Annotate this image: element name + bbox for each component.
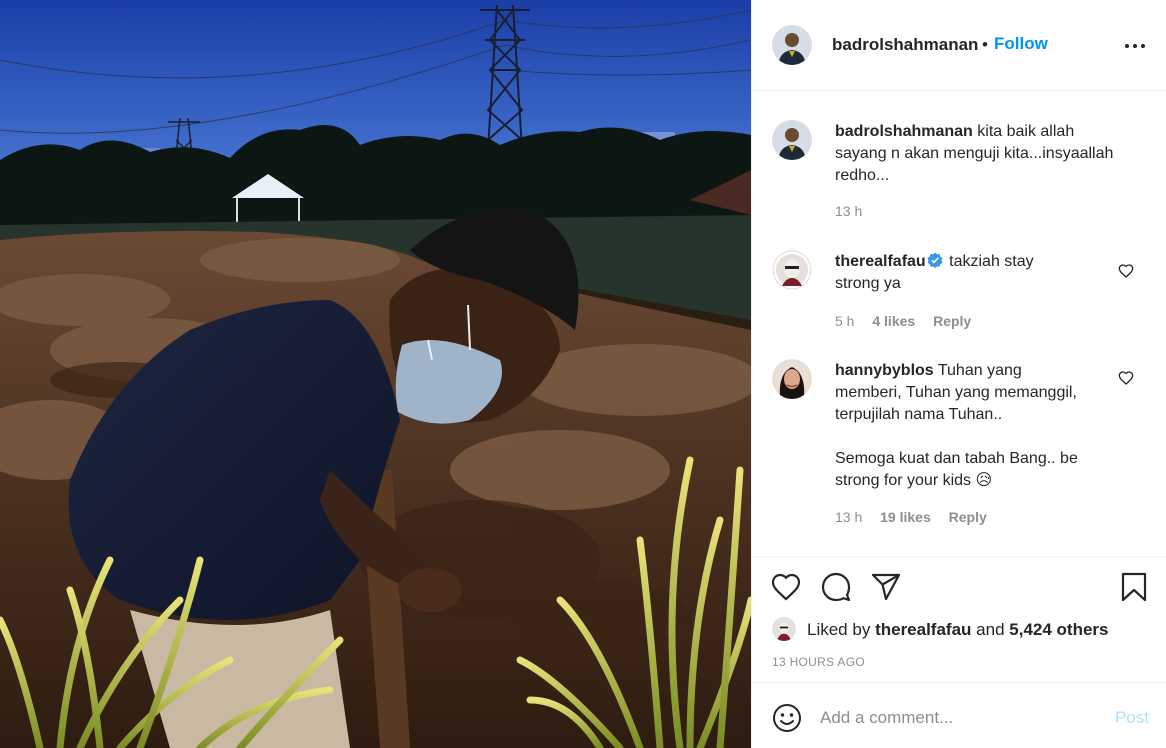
- commenter-avatar[interactable]: [772, 120, 812, 160]
- author-avatar[interactable]: [772, 25, 812, 65]
- comment-meta: 13 h: [835, 203, 876, 219]
- bookmark-icon[interactable]: [1118, 571, 1150, 603]
- like-comment-heart-icon[interactable]: [1118, 370, 1134, 386]
- post-details-panel: badrolshahmanan • Follow badrolshahmanan…: [751, 0, 1166, 748]
- post-button[interactable]: Post: [1115, 708, 1149, 728]
- liked-by-count[interactable]: 5,424 others: [1009, 620, 1108, 639]
- comment-text: therealfafau takziah stay strong ya: [835, 251, 1125, 295]
- emoji-icon[interactable]: [771, 702, 803, 734]
- share-icon[interactable]: [870, 571, 902, 603]
- verified-badge-icon: [927, 252, 943, 268]
- author-username[interactable]: badrolshahmanan: [832, 35, 978, 55]
- comment-line: sayang n akan menguji kita...insyaallah: [835, 145, 1114, 162]
- comment-line: strong for your kids 😥: [835, 472, 993, 489]
- comment-line: Semoga kuat dan tabah Bang.. be: [835, 450, 1078, 467]
- comment-text: badrolshahmanan kita baik allah sayang n…: [835, 121, 1125, 187]
- comments-list: badrolshahmanan kita baik allah sayang n…: [752, 92, 1166, 556]
- comment-username[interactable]: badrolshahmanan: [835, 123, 973, 140]
- comment-line: Tuhan yang: [937, 362, 1022, 379]
- comment-time[interactable]: 13 h: [835, 509, 862, 525]
- comment-meta: 5 h 4 likes Reply: [835, 313, 985, 329]
- commenter-avatar[interactable]: [772, 359, 812, 399]
- comment-line: kita baik allah: [977, 123, 1075, 140]
- comment-line: redho...: [835, 167, 890, 184]
- post-image: [0, 0, 751, 748]
- like-comment-heart-icon[interactable]: [1118, 263, 1134, 279]
- comment-line: terpujilah nama Tuhan..: [835, 406, 1003, 423]
- separator-dot: •: [982, 35, 988, 54]
- comment-likes[interactable]: 19 likes: [880, 509, 931, 525]
- comment-username[interactable]: therealfafau: [835, 253, 926, 270]
- comment-line: memberi, Tuhan yang memanggil,: [835, 384, 1077, 401]
- comment-input[interactable]: [820, 704, 1100, 732]
- post-header: badrolshahmanan • Follow: [752, 0, 1166, 91]
- comment-username[interactable]: hannybyblos: [835, 362, 934, 379]
- post-photo[interactable]: [0, 0, 751, 748]
- comment-line: strong ya: [835, 275, 901, 292]
- post-timestamp[interactable]: 13 HOURS AGO: [772, 655, 865, 669]
- more-horizontal-icon[interactable]: [1123, 36, 1147, 56]
- commenter-avatar[interactable]: [772, 250, 812, 290]
- comment-spacer: [835, 426, 1125, 448]
- reply-button[interactable]: Reply: [949, 509, 987, 525]
- post-actions: Liked by therealfafau and 5,424 others 1…: [752, 556, 1166, 681]
- follow-button[interactable]: Follow: [994, 34, 1048, 54]
- comment-meta: 13 h 19 likes Reply: [835, 509, 1001, 525]
- comment-likes[interactable]: 4 likes: [872, 313, 915, 329]
- liked-by-and: and: [976, 620, 1005, 639]
- reply-button[interactable]: Reply: [933, 313, 971, 329]
- liked-by-user[interactable]: therealfafau: [875, 620, 971, 639]
- liker-avatar[interactable]: [772, 617, 796, 641]
- liked-by-text: Liked by therealfafau and 5,424 others: [807, 620, 1109, 640]
- heart-icon[interactable]: [770, 571, 802, 603]
- add-comment-bar: Post: [752, 682, 1166, 748]
- comment-text: hannybyblos Tuhan yang memberi, Tuhan ya…: [835, 360, 1125, 492]
- comment-icon[interactable]: [820, 571, 852, 603]
- comment-time[interactable]: 13 h: [835, 203, 862, 219]
- liked-by-prefix: Liked by: [807, 620, 871, 639]
- comment-line: takziah stay: [949, 253, 1034, 270]
- comment-time[interactable]: 5 h: [835, 313, 854, 329]
